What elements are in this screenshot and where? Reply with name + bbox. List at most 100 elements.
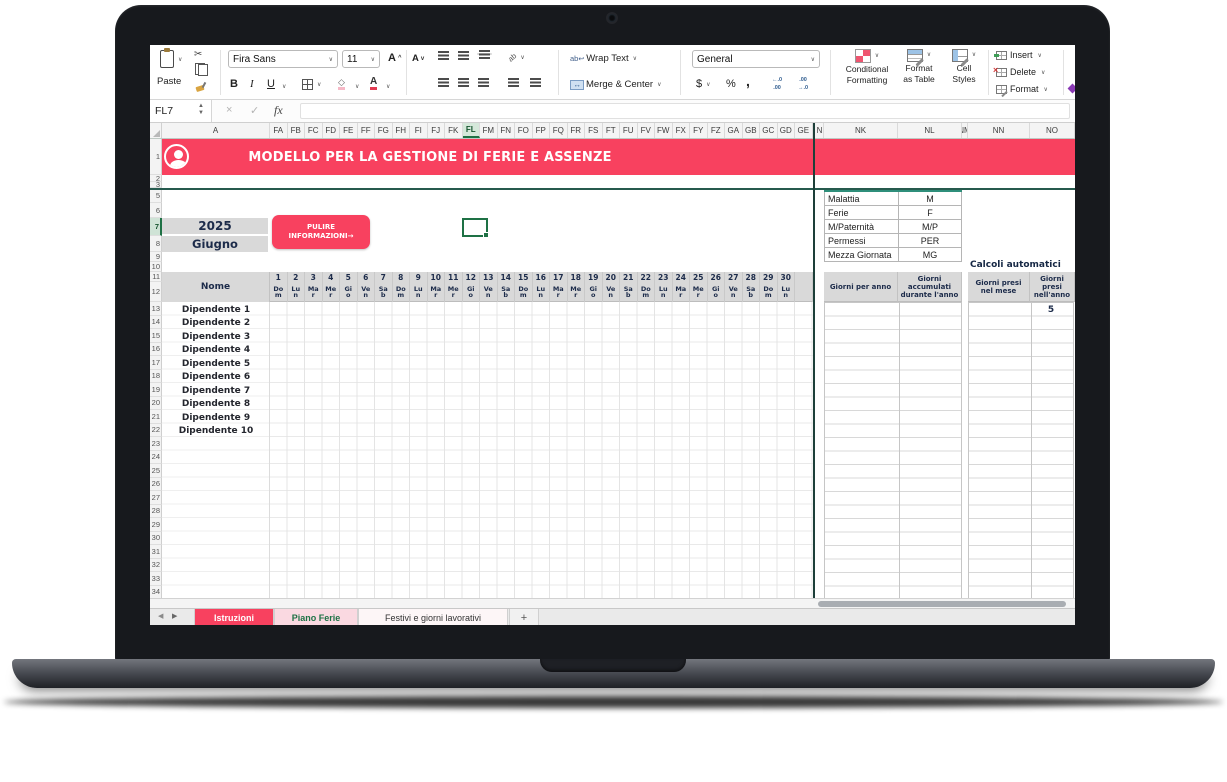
merge-center-button[interactable]: Merge & Center ∨ <box>570 79 661 90</box>
employee-name-cell[interactable]: Dipendente 10 <box>162 425 270 439</box>
shrink-font-button[interactable]: A <box>412 53 424 64</box>
row-header-24[interactable]: 24 <box>150 450 162 464</box>
column-header-FV[interactable]: FV <box>638 123 655 138</box>
wrap-text-button[interactable]: Wrap Text ∨ <box>570 53 637 64</box>
borders-button[interactable]: ∨ <box>302 79 321 90</box>
selected-cell[interactable] <box>462 218 489 238</box>
employee-name-cell[interactable]: Dipendente 1 <box>162 303 270 317</box>
row-header-9[interactable]: 9 <box>150 252 162 262</box>
day-number-14[interactable]: 14 <box>498 272 515 282</box>
copy-icon[interactable] <box>195 63 208 76</box>
row-header-22[interactable]: 22 <box>150 423 162 437</box>
row-header-29[interactable]: 29 <box>150 518 162 532</box>
format-as-table-button[interactable]: ∨ Format as Table <box>894 49 944 84</box>
tab-scroll-right-icon[interactable]: ▶ <box>172 612 177 620</box>
day-name-blank[interactable] <box>795 282 813 302</box>
employee-name-cell[interactable]: Dipendente 9 <box>162 411 270 425</box>
paste-label[interactable]: Paste <box>157 76 181 87</box>
legend-code[interactable]: M <box>899 192 961 205</box>
row-header-31[interactable]: 31 <box>150 545 162 559</box>
day-name-15[interactable]: Dom <box>515 282 533 302</box>
column-header-FR[interactable]: FR <box>568 123 585 138</box>
day-number-23[interactable]: 23 <box>655 272 673 282</box>
pane-split-line[interactable] <box>813 123 815 598</box>
day-number-7[interactable]: 7 <box>375 272 393 282</box>
day-number-12[interactable]: 12 <box>463 272 480 282</box>
day-number-29[interactable]: 29 <box>760 272 778 282</box>
enter-icon[interactable]: ✓ <box>250 104 259 117</box>
insert-cells-button[interactable]: Insert ∨ <box>994 50 1042 60</box>
row-header-2[interactable]: 2 <box>150 175 162 182</box>
day-name-5[interactable]: Gio <box>340 282 358 302</box>
font-color-button[interactable] <box>370 77 378 90</box>
row-header-21[interactable]: 21 <box>150 410 162 424</box>
employee-name-cell[interactable]: Dipendente 6 <box>162 371 270 385</box>
column-header-FK[interactable]: FK <box>445 123 463 138</box>
row-header-23[interactable]: 23 <box>150 437 162 451</box>
day-number-28[interactable]: 28 <box>743 272 760 282</box>
day-number-5[interactable]: 5 <box>340 272 358 282</box>
day-number-30[interactable]: 30 <box>778 272 795 282</box>
column-header-NK[interactable]: NK <box>824 123 898 138</box>
row-header-26[interactable]: 26 <box>150 477 162 491</box>
row-header-34[interactable]: 34 <box>150 585 162 599</box>
day-number-1[interactable]: 1 <box>270 272 288 282</box>
row-header-12[interactable]: 12 <box>150 282 162 302</box>
name-box-spinner[interactable]: ▲ ▼ <box>198 103 204 117</box>
calc-header-1[interactable]: Giorni accumulati durante l'anno <box>898 272 962 302</box>
legend-label[interactable]: Ferie <box>825 206 899 219</box>
legend-code[interactable]: M/P <box>899 220 961 233</box>
legend-label[interactable]: Permessi <box>825 234 899 247</box>
row-header-7[interactable]: 7 <box>150 218 162 236</box>
calc-header-0[interactable]: Giorni per anno <box>824 272 898 302</box>
day-name-25[interactable]: Mer <box>690 282 708 302</box>
day-number-8[interactable]: 8 <box>393 272 410 282</box>
row-header-27[interactable]: 27 <box>150 491 162 505</box>
calc-value-cell[interactable]: 5 <box>1030 303 1072 316</box>
column-header-FI[interactable]: FI <box>410 123 428 138</box>
sheet-tab-istruzioni[interactable]: Istruzioni <box>194 609 274 625</box>
column-header-FQ[interactable]: FQ <box>550 123 568 138</box>
day-name-11[interactable]: Mer <box>445 282 463 302</box>
column-header-FY[interactable]: FY <box>690 123 708 138</box>
orientation-button[interactable]: ∨ <box>508 53 524 62</box>
day-name-14[interactable]: Sab <box>498 282 515 302</box>
day-name-16[interactable]: Lun <box>533 282 550 302</box>
day-number-13[interactable]: 13 <box>480 272 498 282</box>
cut-icon[interactable] <box>194 49 202 60</box>
sheet-tab-festivi-e-giorni-lavorativi[interactable]: Festivi e giorni lavorativi <box>358 609 508 625</box>
day-number-11[interactable]: 11 <box>445 272 463 282</box>
day-number-3[interactable]: 3 <box>305 272 323 282</box>
row-header-32[interactable]: 32 <box>150 558 162 572</box>
row-header-33[interactable]: 33 <box>150 572 162 586</box>
column-header-N[interactable]: N <box>816 123 824 138</box>
day-number-21[interactable]: 21 <box>620 272 638 282</box>
employee-name-cell[interactable]: Dipendente 3 <box>162 330 270 344</box>
cancel-icon[interactable]: × <box>226 104 232 116</box>
decrease-decimal-button[interactable]: .00 →.0 <box>798 77 808 91</box>
day-number-17[interactable]: 17 <box>550 272 568 282</box>
day-number-9[interactable]: 9 <box>410 272 428 282</box>
legend-code[interactable]: F <box>899 206 961 219</box>
column-header-NL[interactable]: NL <box>898 123 962 138</box>
row-header-11[interactable]: 11 <box>150 272 162 282</box>
day-number-24[interactable]: 24 <box>673 272 690 282</box>
paste-button[interactable]: ∨ <box>160 48 182 68</box>
day-number-19[interactable]: 19 <box>585 272 603 282</box>
increase-decimal-button[interactable]: ←.0.00 <box>772 77 782 91</box>
employee-name-cell[interactable]: Dipendente 4 <box>162 344 270 358</box>
legend-label[interactable]: Mezza Giornata <box>825 248 899 261</box>
column-header-FE[interactable]: FE <box>340 123 358 138</box>
employee-name-cell[interactable]: Dipendente 5 <box>162 357 270 371</box>
bold-button[interactable]: B <box>230 78 238 90</box>
employee-name-cell[interactable]: Dipendente 2 <box>162 317 270 331</box>
calc-block-year[interactable] <box>824 302 962 599</box>
column-header-NN[interactable]: NN <box>968 123 1030 138</box>
year-cell[interactable]: 2025 <box>162 218 268 235</box>
tab-scroll-left-icon[interactable]: ◀ <box>158 612 163 620</box>
row-header-19[interactable]: 19 <box>150 383 162 397</box>
column-header-GD[interactable]: GD <box>778 123 795 138</box>
column-header-FA[interactable]: FA <box>270 123 288 138</box>
row-header-18[interactable]: 18 <box>150 369 162 383</box>
row-header-17[interactable]: 17 <box>150 356 162 370</box>
